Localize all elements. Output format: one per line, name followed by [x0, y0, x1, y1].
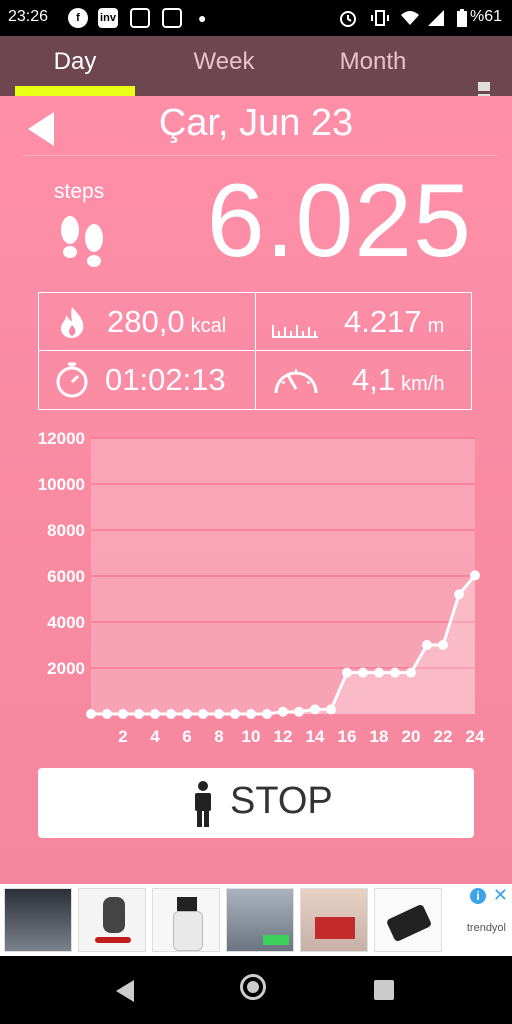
chart-data-point — [374, 667, 384, 678]
chart-data-point — [134, 709, 144, 719]
speedometer-icon — [274, 369, 318, 394]
speed-unit: km/h — [401, 373, 445, 395]
chart-data-point — [294, 706, 304, 717]
chart-y-tick-label: 8000 — [47, 521, 85, 540]
battery-level: %61 — [469, 8, 502, 25]
instagram-icon — [162, 8, 182, 28]
chart-x-tick-label: 22 — [434, 727, 453, 746]
clock: 23:26 — [8, 8, 49, 25]
chart-data-point — [198, 709, 208, 719]
chart-y-tick-label: 2000 — [47, 659, 85, 678]
ad-close-icon[interactable]: ✕ — [493, 885, 508, 906]
ruler-icon — [272, 325, 318, 338]
footprints-icon — [61, 216, 103, 267]
signal-icon — [428, 10, 444, 26]
chart-data-point — [326, 704, 336, 715]
nav-recents-icon[interactable] — [374, 980, 394, 1000]
stats-grid: 280,0 kcal 4.217 m 01:02:13 4,1 km/h — [38, 292, 472, 410]
speed-value: 4,1 — [352, 362, 396, 397]
distance-value: 4.217 — [344, 304, 422, 339]
chart-x-tick-label: 14 — [306, 727, 325, 746]
chart-x-tick-label: 6 — [182, 727, 191, 746]
distance-unit: m — [427, 315, 445, 337]
wifi-icon — [401, 11, 419, 25]
date-label: Çar, Jun 23 — [158, 102, 354, 144]
chart-x-tick-label: 8 — [214, 727, 223, 746]
chart-x-tick-label: 20 — [402, 727, 421, 746]
chart-data-point — [406, 667, 416, 678]
ad-banner[interactable]: i ✕ trendyol — [0, 884, 512, 956]
chart-y-tick-label: 12000 — [38, 429, 85, 448]
chart-y-tick-label: 6000 — [47, 567, 85, 586]
chart-data-point — [214, 709, 224, 719]
chart-x-tick-label: 2 — [118, 727, 127, 746]
instagram-icon — [130, 8, 150, 28]
chart-x-tick-label: 16 — [338, 727, 357, 746]
duration-value: 01:02:13 — [105, 362, 226, 397]
ad-brand-label: trendyol — [466, 922, 506, 934]
distance-cell: 4.217 m — [256, 293, 472, 350]
tab-week[interactable]: Week — [164, 36, 284, 96]
chart-data-point — [454, 589, 464, 600]
chart-x-tick-label: 4 — [150, 727, 160, 746]
chart-data-point — [230, 709, 240, 719]
chart-data-point — [246, 709, 256, 719]
duration-cell: 01:02:13 — [39, 351, 255, 408]
person-icon — [195, 781, 211, 827]
ad-product-bluetooth-adapter[interactable] — [374, 888, 442, 952]
stop-button[interactable]: STOP — [38, 768, 474, 838]
inv-icon: inv — [98, 8, 118, 28]
chart-data-point — [150, 709, 160, 719]
calories-cell: 280,0 kcal — [39, 293, 255, 350]
more-notifications-icon: ● — [198, 10, 207, 26]
chart-data-point — [390, 667, 400, 678]
divider — [22, 155, 498, 156]
ad-product-child-seat[interactable] — [300, 888, 368, 952]
chart-x-tick-label: 24 — [466, 727, 485, 746]
stop-label: STOP — [230, 780, 333, 822]
ad-product-sprayer[interactable] — [152, 888, 220, 952]
chart-data-point — [166, 709, 176, 719]
ad-product-car-seat-cover[interactable] — [226, 888, 294, 952]
chart-data-point — [278, 706, 288, 717]
chart-data-point — [310, 704, 320, 715]
day-view: Çar, Jun 23 steps 6.025 280,0 kcal 4.217 m — [0, 96, 512, 884]
steps-count: 6.025 — [206, 163, 472, 279]
calories-value: 280,0 — [107, 304, 185, 339]
alarm-icon — [340, 11, 356, 27]
system-nav-bar — [0, 956, 512, 1024]
active-tab-indicator — [15, 86, 135, 96]
date-row: Çar, Jun 23 — [0, 96, 512, 156]
chart-x-tick-label: 18 — [370, 727, 389, 746]
chart-data-point — [342, 667, 352, 678]
chart-x-tick-label: 12 — [274, 727, 293, 746]
stopwatch-icon — [56, 362, 88, 398]
chart-data-point — [422, 640, 432, 650]
nav-home-icon[interactable] — [240, 974, 266, 1000]
steps-label: steps — [54, 180, 105, 203]
tab-month[interactable]: Month — [312, 36, 434, 96]
chart-data-point — [438, 640, 448, 650]
chart-data-point — [358, 667, 368, 678]
facebook-icon: f — [68, 8, 88, 28]
nav-back-icon[interactable] — [116, 980, 134, 1002]
chart-data-point — [182, 709, 192, 719]
chart-y-tick-label: 10000 — [38, 475, 85, 494]
status-bar: 23:26 f inv ● %61 — [0, 0, 512, 36]
calories-unit: kcal — [190, 315, 227, 337]
hourly-steps-chart: 120001000080006000400020002 4 6 8 10 12 14 16 18… — [38, 429, 485, 746]
ad-info-icon[interactable]: i — [470, 888, 486, 904]
chart-data-point — [118, 709, 128, 719]
chart-data-point — [262, 709, 272, 719]
ad-product-car-window-shade[interactable] — [4, 888, 72, 952]
speed-cell: 4,1 km/h — [256, 351, 472, 408]
chart-data-point — [470, 570, 480, 581]
vibrate-icon — [371, 10, 389, 26]
chart-y-tick-label: 4000 — [47, 613, 85, 632]
chart-x-tick-label: 10 — [242, 727, 261, 746]
flame-icon — [60, 307, 84, 338]
chart-data-point — [102, 709, 112, 719]
chart-data-point — [86, 709, 96, 719]
ad-product-gear-knob[interactable] — [78, 888, 146, 952]
